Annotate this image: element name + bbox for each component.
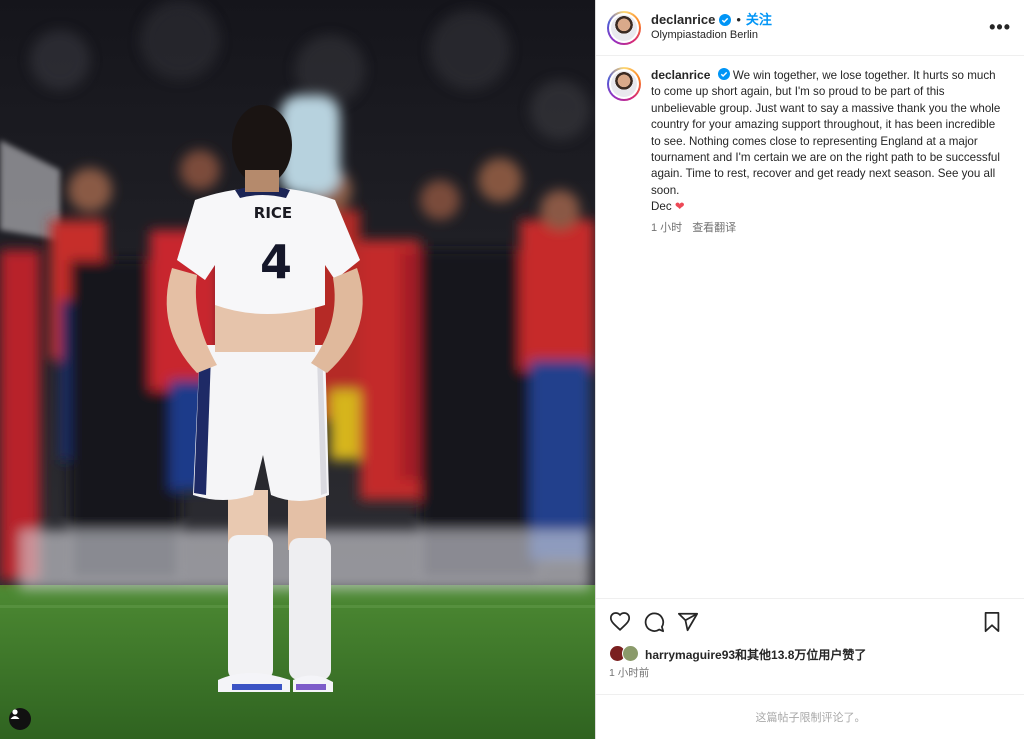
- separator-dot: •: [736, 12, 741, 27]
- liker-username[interactable]: harrymaguire93: [645, 648, 735, 662]
- comments-disabled-notice: 这篇帖子限制评论了。: [596, 694, 1024, 739]
- user-tag-icon[interactable]: [9, 708, 31, 730]
- jersey-number: 4: [260, 235, 292, 289]
- instagram-post-modal: RICE 4 declanrice • 关注 Olympiastadion Be…: [0, 0, 1024, 739]
- post-photo[interactable]: RICE 4: [0, 0, 595, 739]
- post-timestamp[interactable]: 1 小时前: [609, 665, 649, 680]
- likes-count-text[interactable]: 和其他13.8万位用户赞了: [735, 648, 866, 662]
- post-side-panel: declanrice • 关注 Olympiastadion Berlin ••…: [595, 0, 1024, 739]
- follow-button[interactable]: 关注: [746, 12, 772, 28]
- caption-username-link[interactable]: declanrice: [651, 68, 710, 82]
- username-link[interactable]: declanrice: [651, 12, 715, 28]
- verified-badge-icon: [717, 68, 730, 80]
- liker-avatars: [609, 645, 641, 663]
- heart-emoji: ❤: [674, 200, 685, 214]
- verified-badge-icon: [719, 14, 732, 27]
- share-icon[interactable]: [676, 610, 700, 634]
- avatar[interactable]: [607, 10, 641, 45]
- caption-time[interactable]: 1 小时: [651, 220, 682, 236]
- caption-signoff: Dec: [651, 200, 672, 214]
- photo-illustration: RICE 4: [0, 0, 595, 739]
- more-options-icon[interactable]: •••: [989, 17, 1011, 38]
- see-translation-link[interactable]: 查看翻译: [692, 220, 736, 236]
- location-link[interactable]: Olympiastadion Berlin: [651, 29, 772, 43]
- action-bar: [596, 598, 1024, 644]
- post-header: declanrice • 关注 Olympiastadion Berlin ••…: [596, 0, 1024, 56]
- bookmark-icon[interactable]: [980, 610, 1004, 634]
- likes-summary[interactable]: harrymaguire93和其他13.8万位用户赞了: [609, 645, 866, 663]
- jersey-name: RICE: [254, 204, 292, 222]
- caption: declanrice We win together, we lose toge…: [607, 67, 1012, 236]
- comment-icon[interactable]: [642, 610, 666, 634]
- caption-avatar[interactable]: [607, 67, 641, 101]
- heart-icon[interactable]: [608, 610, 632, 634]
- caption-text: We win together, we lose together. It hu…: [651, 69, 1001, 197]
